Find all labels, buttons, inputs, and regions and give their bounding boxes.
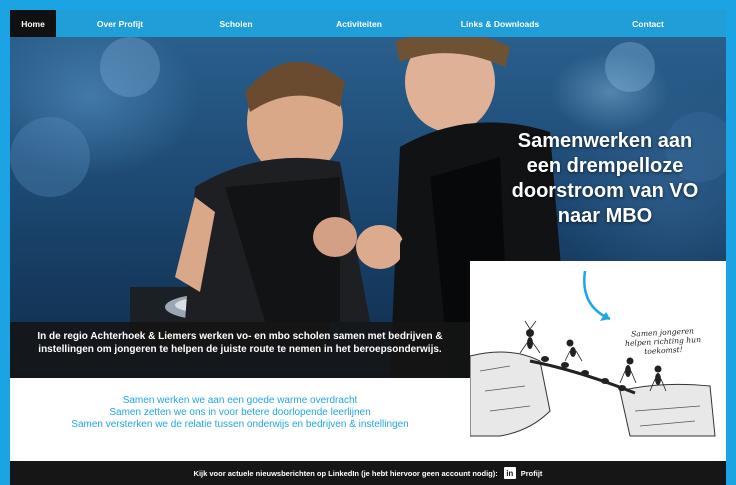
nav-item-over-profijt[interactable]: Over Profijt (56, 10, 184, 37)
hero-headline: Samenwerken aan een drempelloze doorstro… (511, 130, 699, 227)
nav-item-activiteiten[interactable]: Activiteiten (288, 10, 430, 37)
nav-item-scholen[interactable]: Scholen (184, 10, 288, 37)
mission-line: Samen werken we aan een goede warme over… (122, 395, 358, 406)
linkedin-profijt-link[interactable]: Profijt (521, 469, 543, 478)
illustration-note: Samen jongeren helpen richting hun toeko… (624, 326, 702, 356)
main-nav: Home Over Profijt Scholen Activiteiten L… (10, 10, 726, 37)
nav-item-links-downloads[interactable]: Links & Downloads (430, 10, 570, 37)
mission-line: Samen versterken we de relatie tussen on… (71, 419, 409, 430)
linkedin-icon[interactable]: in (503, 467, 516, 479)
nav-item-contact[interactable]: Contact (570, 10, 726, 37)
mission-statements: Samen werken we aan een goede warme over… (10, 378, 470, 441)
page-frame: Home Over Profijt Scholen Activiteiten L… (10, 10, 726, 485)
mission-line: Samen zetten we ons in voor betere doorl… (109, 407, 371, 418)
hero-caption: In de regio Achterhoek & Liemers werken … (10, 322, 470, 378)
spacer (10, 441, 726, 461)
footer-text: Kijk voor actuele nieuwsberichten op Lin… (193, 468, 498, 478)
footer-bar: Kijk voor actuele nieuwsberichten op Lin… (10, 461, 726, 485)
nav-item-home[interactable]: Home (10, 10, 56, 37)
